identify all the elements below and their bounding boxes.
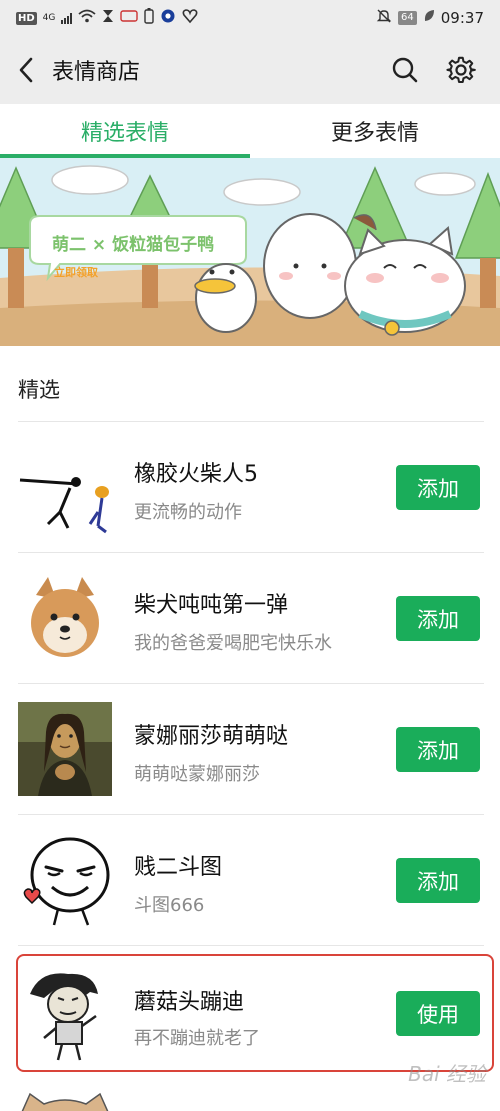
app-notification-icon [120, 9, 139, 27]
list-item[interactable]: 柴犬吨吨第一弹 我的爸爸爱喝肥宅快乐水 添加 [18, 553, 484, 684]
watermark: Bai 经验 [408, 1062, 486, 1086]
banner-cta[interactable]: 立即领取 [54, 264, 98, 280]
leaf-icon [423, 9, 435, 27]
mushroom-head-icon [20, 968, 114, 1062]
nav-actions [390, 55, 500, 85]
status-right: 64 09:37 [376, 8, 484, 28]
tab-more[interactable]: 更多表情 [250, 104, 500, 158]
chevron-left-icon [19, 57, 33, 83]
status-bar: HD 4G 64 09:37 [0, 0, 500, 36]
wifi-icon [78, 9, 96, 27]
add-button[interactable]: 添加 [396, 727, 480, 772]
list-item-highlighted[interactable]: 蘑菇头蹦迪 再不蹦迪就老了 使用 [16, 954, 494, 1072]
tab-bar: 精选表情 更多表情 [0, 104, 500, 158]
shiba-dog-icon [18, 571, 112, 665]
item-subtitle: 我的爸爸爱喝肥宅快乐水 [134, 633, 332, 654]
circle-app-icon [160, 8, 176, 28]
cat-sticker-icon [18, 1088, 112, 1111]
add-button[interactable]: 添加 [396, 596, 480, 641]
list-item[interactable]: 蒙娜丽莎萌萌哒 萌萌哒蒙娜丽莎 添加 [18, 684, 484, 815]
sticker-list: 橡胶火柴人5 更流畅的动作 添加 柴犬吨吨第一弹 我的爸爸爱喝肥宅快乐水 添加 [0, 422, 500, 1111]
tab-featured[interactable]: 精选表情 [0, 104, 250, 158]
signal-icon [61, 12, 73, 24]
clock-time: 09:37 [440, 9, 484, 27]
back-button[interactable] [0, 36, 52, 104]
promo-banner[interactable]: 萌二 × 饭粒猫包子鸭 立即领取 [0, 158, 500, 346]
hourglass-icon [102, 9, 114, 27]
search-button[interactable] [390, 55, 420, 85]
item-title: 蘑菇头蹦迪 [134, 990, 245, 1015]
add-button[interactable]: 添加 [396, 465, 480, 510]
smirk-face-icon [18, 833, 112, 927]
battery-level: 64 [398, 11, 417, 25]
list-item[interactable]: 贱二斗图 斗图666 添加 [18, 815, 484, 946]
item-subtitle: 萌萌哒蒙娜丽莎 [134, 764, 260, 785]
network-type: 4G [42, 13, 56, 23]
search-icon [392, 57, 418, 83]
item-subtitle: 再不蹦迪就老了 [134, 1028, 260, 1049]
hd-badge: HD [16, 11, 37, 25]
status-left: HD 4G [16, 8, 198, 28]
list-item[interactable]: 橡胶火柴人5 更流畅的动作 添加 [18, 422, 484, 553]
settings-button[interactable] [446, 55, 476, 85]
section-title: 精选 [18, 378, 60, 402]
mute-bell-icon [376, 8, 392, 28]
nav-bar: 表情商店 [0, 36, 500, 104]
item-subtitle: 更流畅的动作 [134, 502, 242, 523]
item-title: 柴犬吨吨第一弹 [134, 593, 289, 618]
item-title: 贱二斗图 [134, 855, 223, 880]
item-title: 橡胶火柴人5 [134, 462, 258, 487]
page-title: 表情商店 [52, 60, 141, 85]
item-title: 蒙娜丽莎萌萌哒 [134, 724, 289, 749]
banner-headline: 萌二 × 饭粒猫包子鸭 [52, 235, 215, 255]
item-subtitle: 斗图666 [134, 895, 205, 916]
battery-small-icon [144, 8, 155, 28]
stickman-icon [18, 440, 112, 534]
heart-outline-icon [182, 8, 198, 28]
mona-lisa-icon [18, 702, 112, 796]
use-button[interactable]: 使用 [396, 991, 480, 1036]
add-button[interactable]: 添加 [396, 858, 480, 903]
gear-icon [446, 56, 476, 83]
